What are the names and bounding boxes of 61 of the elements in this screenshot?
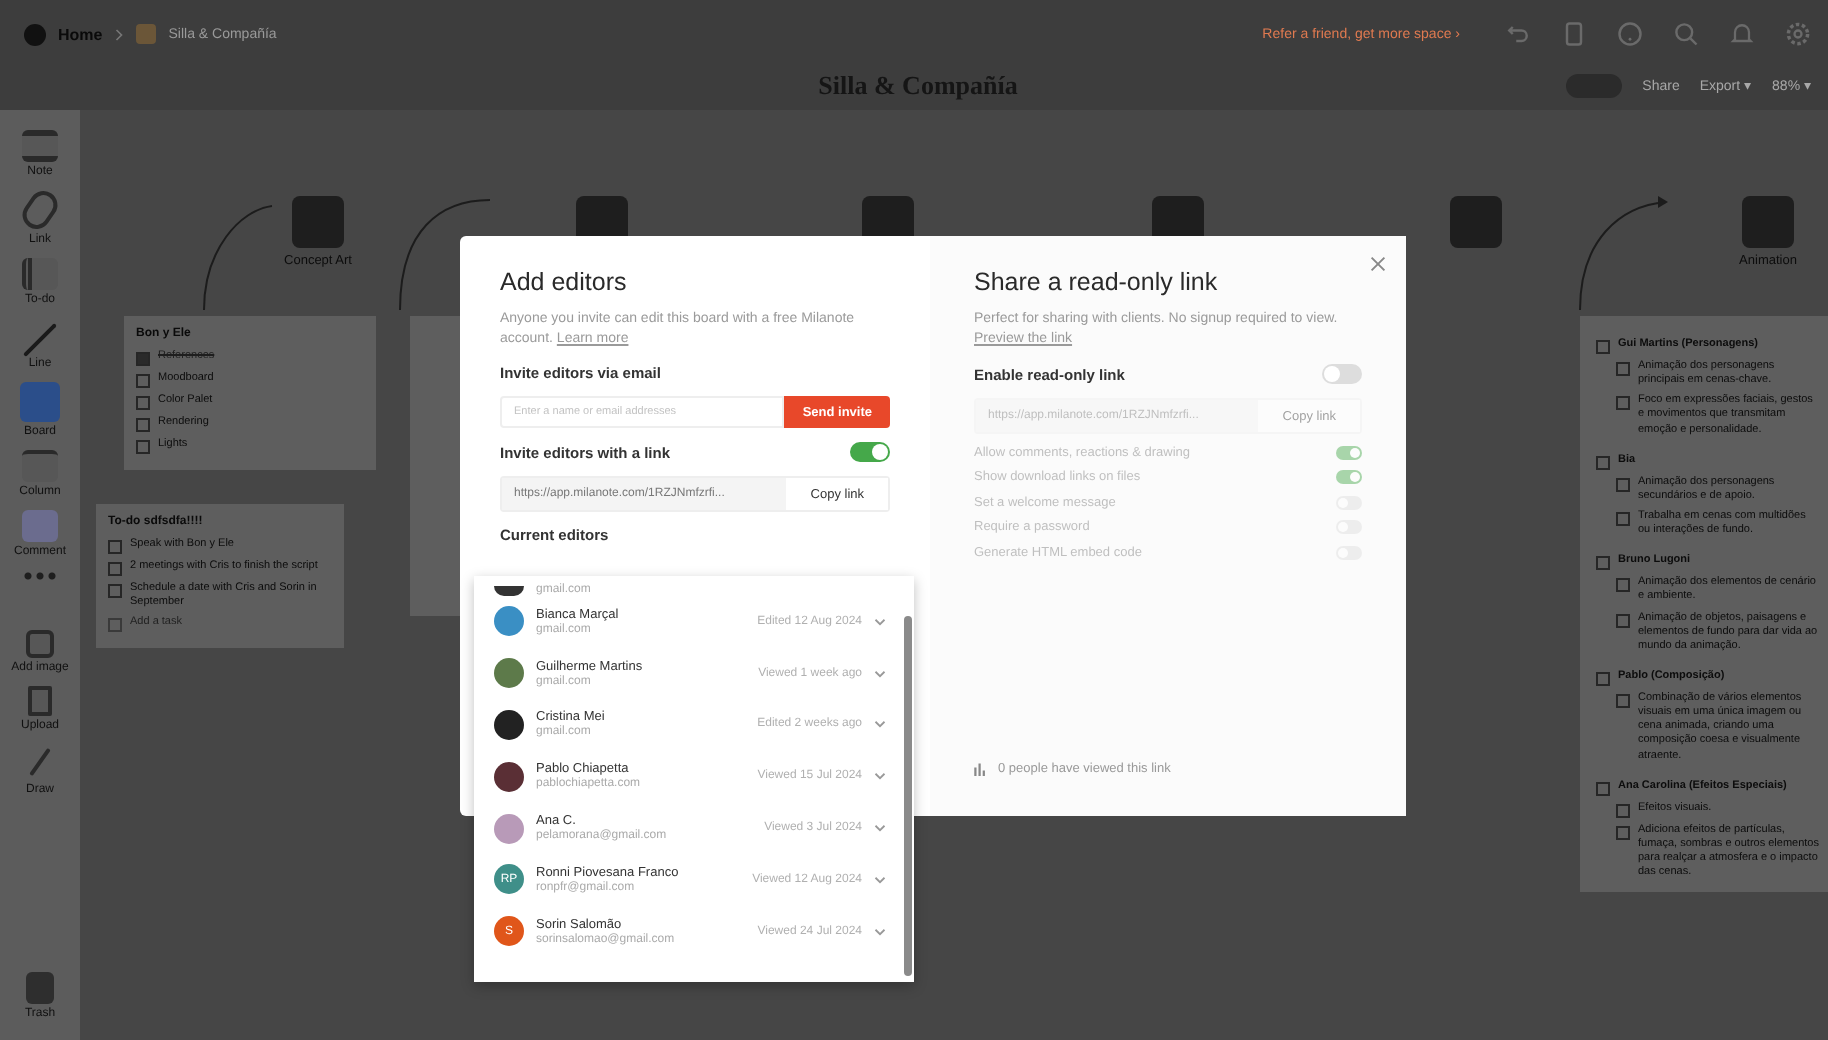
chevron-down-icon[interactable]	[874, 615, 886, 628]
checkbox[interactable]	[1616, 825, 1630, 840]
chevron-down-icon[interactable]	[874, 873, 886, 886]
checkbox[interactable]	[136, 440, 150, 454]
checkbox[interactable]	[1616, 803, 1630, 818]
bell-icon[interactable]	[1728, 20, 1756, 48]
checkbox[interactable]	[136, 396, 150, 410]
todo-icon[interactable]	[22, 258, 58, 290]
connector-arrow	[1579, 196, 1668, 311]
checkbox[interactable]	[1596, 781, 1610, 796]
toggle-switch[interactable]	[1336, 445, 1362, 460]
checkbox[interactable]	[1596, 556, 1610, 571]
settings-icon[interactable]	[1784, 20, 1812, 48]
search-icon[interactable]	[1672, 20, 1700, 48]
checkbox[interactable]	[1596, 671, 1610, 686]
checkbox[interactable]	[1616, 693, 1630, 708]
chevron-down-icon[interactable]	[874, 667, 886, 680]
checkbox[interactable]	[1616, 578, 1630, 593]
board-icon	[136, 24, 157, 44]
checkbox[interactable]	[1596, 340, 1610, 354]
checkbox[interactable]	[1616, 477, 1630, 492]
chevron-down-icon[interactable]	[874, 770, 886, 783]
toggle-switch[interactable]	[1336, 470, 1362, 485]
checkbox[interactable]	[1616, 396, 1630, 411]
note-icon[interactable]	[22, 130, 58, 162]
checkbox[interactable]	[1616, 613, 1630, 628]
device-icon[interactable]	[1560, 20, 1588, 48]
dialog-heading: Share a read-only link	[974, 268, 1220, 296]
checkbox[interactable]	[136, 418, 150, 432]
checkbox[interactable]	[1596, 455, 1610, 470]
checkbox[interactable]	[1616, 511, 1630, 526]
chevron-down-icon[interactable]	[874, 822, 886, 835]
scrollbar[interactable]	[904, 616, 912, 976]
chevron-icon	[114, 27, 125, 41]
upload-icon[interactable]	[27, 686, 52, 716]
help-icon[interactable]	[1616, 20, 1644, 48]
board-tile[interactable]	[1450, 196, 1502, 248]
checkbox[interactable]	[108, 562, 122, 576]
dialog-heading: Add editors	[500, 268, 629, 296]
toggle-switch[interactable]	[1322, 364, 1362, 385]
close-icon[interactable]	[1370, 256, 1386, 272]
column-icon[interactable]	[22, 450, 58, 482]
chevron-down-icon[interactable]	[874, 718, 886, 731]
board-tile[interactable]	[1742, 196, 1794, 248]
bar-chart-icon	[974, 762, 988, 776]
trash-icon[interactable]	[26, 972, 54, 1004]
comment-icon[interactable]	[21, 510, 58, 542]
checkbox[interactable]	[1616, 362, 1630, 376]
checkbox[interactable]	[136, 352, 150, 366]
add-task-icon[interactable]	[108, 618, 122, 633]
chevron-down-icon[interactable]	[874, 925, 886, 938]
toggle-switch[interactable]	[850, 442, 890, 463]
checkbox[interactable]	[108, 540, 122, 554]
checkbox[interactable]	[108, 584, 122, 598]
more-icon[interactable]	[22, 570, 58, 582]
board-tile[interactable]	[292, 196, 344, 248]
link-icon[interactable]	[17, 185, 63, 235]
logo-icon[interactable]	[24, 23, 46, 45]
todo-card[interactable]	[1580, 316, 1828, 893]
image-icon[interactable]	[26, 630, 54, 658]
checkbox[interactable]	[136, 374, 150, 388]
